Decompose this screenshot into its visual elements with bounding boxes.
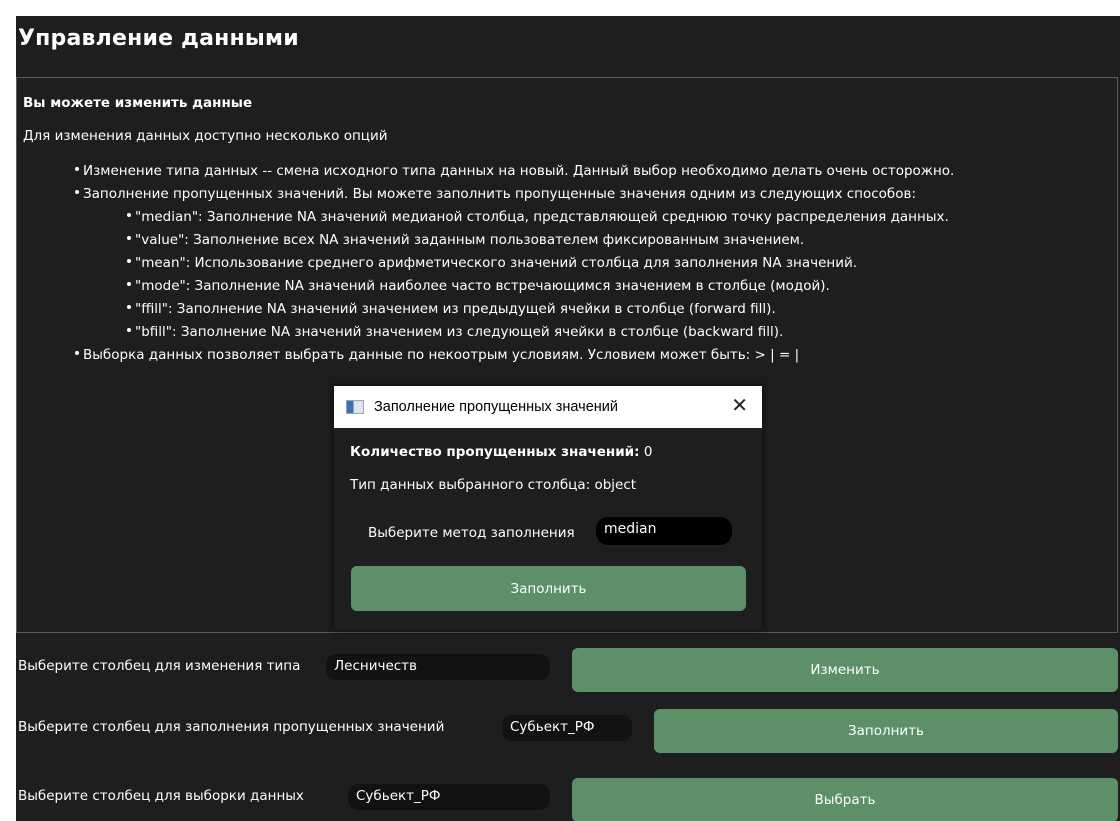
list-item: "bfill": Заполнение NA значений значение… (23, 321, 1111, 344)
bullet-icon (127, 282, 131, 286)
list-item: Выборка данных позволяет выбрать данные … (23, 344, 1111, 367)
select-data-label: Выберите столбец для выборки данных (18, 788, 304, 804)
list-item: "mode": Заполнение NA значений наиболее … (23, 275, 1111, 298)
column-type-text: Тип данных выбранного столбца: object (350, 477, 637, 493)
select-data-row: Выберите столбец для выборки данных Субь… (16, 778, 1120, 821)
list-item: "ffill": Заполнение NA значений значение… (23, 298, 1111, 321)
bullet-icon (127, 305, 131, 309)
fill-missing-column-select[interactable]: Субьект_РФ (502, 715, 632, 741)
missing-count-text: Количество пропущенных значений: 0 (350, 444, 652, 460)
info-intro: Для изменения данных доступно несколько … (23, 128, 388, 144)
fill-missing-label: Выберите столбец для заполнения пропущен… (18, 719, 445, 735)
info-heading: Вы можете изменить данные (23, 95, 253, 111)
app-window-icon (346, 400, 364, 414)
fill-missing-dialog: Заполнение пропущенных значений ✕ Количе… (334, 386, 762, 630)
bullet-icon (127, 259, 131, 263)
select-data-button[interactable]: Выбрать (572, 778, 1118, 821)
change-type-button[interactable]: Изменить (572, 648, 1118, 692)
fill-missing-button[interactable]: Заполнить (654, 709, 1118, 753)
fill-missing-row: Выберите столбец для заполнения пропущен… (16, 709, 1120, 753)
list-item: Изменение типа данных -- смена исходного… (23, 160, 1111, 183)
list-item: "median": Заполнение NA значений медиано… (23, 206, 1111, 229)
bullet-icon (127, 328, 131, 332)
fill-method-select[interactable]: median (596, 517, 732, 545)
info-bullet-list: Изменение типа данных -- смена исходного… (23, 160, 1111, 367)
missing-count-label: Количество пропущенных значений: (350, 444, 640, 460)
type-change-label: Выберите столбец для изменения типа (18, 658, 301, 674)
dialog-title: Заполнение пропущенных значений (374, 399, 619, 415)
bullet-icon (127, 213, 131, 217)
list-item: Заполнение пропущенных значений. Вы може… (23, 183, 1111, 206)
type-change-column-select[interactable]: Лесничеств (326, 654, 550, 680)
page-title: Управление данными (18, 26, 299, 51)
bullet-icon (127, 236, 131, 240)
dialog-titlebar: Заполнение пропущенных значений ✕ (334, 386, 762, 428)
list-item: "value": Заполнение всех NA значений зад… (23, 229, 1111, 252)
close-icon[interactable]: ✕ (731, 395, 748, 417)
bullet-icon (75, 351, 79, 355)
type-change-row: Выберите столбец для изменения типа Лесн… (16, 648, 1120, 692)
list-item: "mean": Использование среднего арифметич… (23, 252, 1111, 275)
dialog-fill-button[interactable]: Заполнить (351, 566, 746, 611)
bullet-icon (75, 190, 79, 194)
select-data-column-select[interactable]: Субьект_РФ (348, 784, 550, 810)
missing-count-value: 0 (643, 444, 653, 460)
fill-method-label: Выберите метод заполнения (368, 525, 575, 541)
bullet-icon (75, 167, 79, 171)
